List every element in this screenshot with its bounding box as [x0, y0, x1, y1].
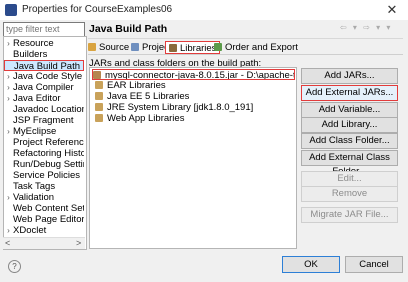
- sidebar-item-label: XDoclet: [13, 225, 47, 236]
- expand-arrow-icon[interactable]: ›: [4, 126, 13, 137]
- sidebar-item-label: Task Tags: [13, 181, 56, 192]
- sidebar-item-myeclipse[interactable]: › MyEclipse: [4, 126, 84, 137]
- sidebar-item-label: Web Content Settings: [13, 203, 84, 214]
- tab-source[interactable]: Source: [88, 41, 129, 54]
- source-folder-icon: [88, 43, 96, 51]
- library-item[interactable]: mysql-connector-java-8.0.15.jar - D:\apa…: [92, 69, 295, 80]
- library-item-label: Web App Libraries: [107, 113, 185, 124]
- library-item-label: mysql-connector-java-8.0.15.jar - D:\apa…: [105, 70, 294, 80]
- library-item-label: EAR Libraries: [107, 80, 166, 91]
- sidebar-item-web-page-editor[interactable]: Web Page Editor: [4, 214, 84, 225]
- filter-input[interactable]: [4, 23, 84, 35]
- sidebar-item-label: MyEclipse: [13, 126, 57, 137]
- tab-label: Source: [99, 42, 130, 53]
- sidebar-item-label: Java Build Path: [14, 61, 81, 71]
- migrate-jar-file-button[interactable]: Migrate JAR File...: [301, 207, 398, 223]
- library-item[interactable]: EAR Libraries: [95, 80, 166, 91]
- sidebar-item-label: Java Editor: [13, 93, 61, 104]
- remove-button[interactable]: Remove: [301, 186, 398, 202]
- sidebar-item-label: Refactoring History: [13, 148, 84, 159]
- add-class-folder-button[interactable]: Add Class Folder...: [301, 133, 398, 149]
- sidebar-item-java-code-style[interactable]: › Java Code Style: [4, 71, 84, 82]
- filter-field[interactable]: [3, 22, 85, 37]
- help-icon[interactable]: ?: [8, 260, 21, 273]
- sidebar-item-label: Validation: [13, 192, 55, 203]
- sidebar-item-validation[interactable]: › Validation: [4, 192, 84, 203]
- expand-arrow-icon[interactable]: ›: [4, 225, 13, 236]
- sidebar-item-label: Java Code Style: [13, 71, 83, 82]
- page-title: Java Build Path: [89, 23, 168, 35]
- expand-arrow-icon[interactable]: ›: [4, 82, 13, 93]
- add-jars-button[interactable]: Add JARs...: [301, 68, 398, 84]
- library-icon: [95, 81, 103, 89]
- sidebar-item-label: Builders: [13, 49, 48, 60]
- add-library-button[interactable]: Add Library...: [301, 117, 398, 133]
- window-title: Properties for CourseExamples06: [22, 4, 173, 15]
- edit-button[interactable]: Edit...: [301, 171, 398, 187]
- scroll-right-icon[interactable]: >: [76, 238, 81, 248]
- expand-arrow-icon[interactable]: ›: [4, 192, 13, 203]
- sidebar-item-label: Project References: [13, 137, 84, 148]
- sidebar-item-refactoring-history[interactable]: Refactoring History: [4, 148, 84, 159]
- tab-divider: [88, 54, 403, 55]
- library-item[interactable]: Web App Libraries: [95, 113, 184, 124]
- sidebar-item-label: Java Compiler: [13, 82, 74, 93]
- library-icon: [95, 114, 103, 122]
- library-item-label: JRE System Library [jdk1.8.0_191]: [107, 102, 254, 113]
- tab-libraries[interactable]: Libraries: [165, 41, 221, 54]
- sidebar-item-javadoc-location[interactable]: Javadoc Location: [4, 104, 84, 115]
- sidebar-item-label: Service Policies: [13, 170, 81, 181]
- sidebar-item-project-references[interactable]: Project References: [4, 137, 84, 148]
- sidebar-item-task-tags[interactable]: Task Tags: [4, 181, 84, 192]
- scroll-left-icon[interactable]: <: [5, 238, 10, 248]
- property-page-tree[interactable]: › Resource Builders Java Build Path › Java Co…: [3, 36, 87, 250]
- library-icon: [95, 92, 103, 100]
- library-item[interactable]: JRE System Library [jdk1.8.0_191]: [95, 102, 253, 113]
- order-export-icon: [214, 43, 222, 51]
- library-icon: [95, 103, 103, 111]
- library-item[interactable]: Java EE 5 Libraries: [95, 91, 189, 102]
- sidebar-item-jsp-fragment[interactable]: JSP Fragment: [4, 115, 84, 126]
- sidebar-item-label: Javadoc Location: [13, 104, 84, 115]
- sidebar-item-builders[interactable]: Builders: [4, 49, 84, 60]
- jar-icon: [93, 71, 101, 79]
- projects-icon: [131, 43, 139, 51]
- sidebar-item-java-editor[interactable]: › Java Editor: [4, 93, 84, 104]
- ok-button[interactable]: OK: [282, 256, 340, 273]
- add-variable-button[interactable]: Add Variable...: [301, 102, 398, 118]
- cancel-button[interactable]: Cancel: [345, 256, 403, 273]
- tree-horizontal-scrollbar[interactable]: < >: [3, 237, 85, 249]
- build-path-library-list[interactable]: mysql-connector-java-8.0.15.jar - D:\apa…: [89, 67, 297, 249]
- expand-arrow-icon[interactable]: ›: [4, 71, 13, 82]
- sidebar-item-web-content-settings[interactable]: Web Content Settings: [4, 203, 84, 214]
- sidebar-item-java-build-path[interactable]: Java Build Path: [4, 60, 84, 71]
- sidebar-item-label: Web Page Editor: [13, 214, 84, 225]
- sidebar-item-xdoclet[interactable]: › XDoclet: [4, 225, 84, 236]
- eclipse-app-icon: [5, 4, 17, 16]
- library-item-label: Java EE 5 Libraries: [107, 91, 190, 102]
- expand-arrow-icon[interactable]: ›: [4, 93, 13, 104]
- title-bar: Properties for CourseExamples06 ✕: [0, 0, 408, 20]
- libraries-icon: [169, 44, 177, 52]
- sidebar-item-label: JSP Fragment: [13, 115, 74, 126]
- sidebar-item-resource[interactable]: › Resource: [4, 38, 84, 49]
- header-divider: [88, 38, 403, 39]
- add-external-jars-button[interactable]: Add External JARs...: [301, 85, 398, 101]
- history-nav-icons[interactable]: ⇦ ▾ ⇨ ▾ ▾: [340, 23, 392, 32]
- sidebar-item-run-debug-settings[interactable]: Run/Debug Settings: [4, 159, 84, 170]
- expand-arrow-icon[interactable]: ›: [4, 38, 13, 49]
- add-external-class-folder-button[interactable]: Add External Class Folder...: [301, 150, 398, 177]
- sidebar-item-label: Run/Debug Settings: [13, 159, 84, 170]
- tab-label: Order and Export: [225, 42, 298, 53]
- close-icon[interactable]: ✕: [384, 3, 400, 17]
- sidebar-item-java-compiler[interactable]: › Java Compiler: [4, 82, 84, 93]
- tab-label: Libraries: [180, 43, 217, 54]
- sidebar-item-service-policies[interactable]: Service Policies: [4, 170, 84, 181]
- sidebar-item-label: Resource: [13, 38, 54, 49]
- tab-order-and-export[interactable]: Order and Export: [214, 41, 298, 54]
